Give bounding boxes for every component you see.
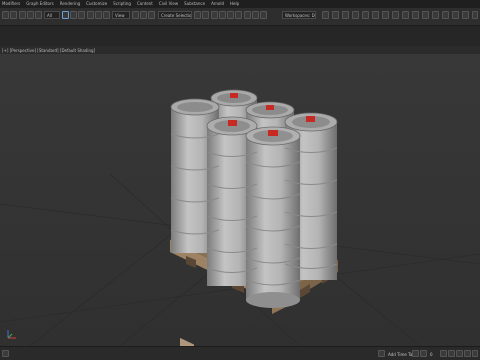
menu-help[interactable]: Help xyxy=(230,0,239,8)
menu-modifiers[interactable]: Modifiers xyxy=(2,0,20,8)
menu-scripting[interactable]: Scripting xyxy=(113,0,131,8)
field-of-view-icon[interactable] xyxy=(472,350,478,357)
menu-customize[interactable]: Customize xyxy=(86,0,107,8)
project-folder-icon[interactable] xyxy=(322,11,329,19)
grid-icon[interactable] xyxy=(412,11,419,19)
viewport-layout-icon[interactable] xyxy=(422,11,429,19)
sync-icon[interactable] xyxy=(432,11,439,19)
next-frame-icon[interactable] xyxy=(420,350,427,357)
select-by-name-icon[interactable] xyxy=(70,11,77,19)
align-icon[interactable] xyxy=(202,11,209,19)
material-editor-icon[interactable] xyxy=(235,11,242,19)
scene-explorer-icon[interactable] xyxy=(332,11,339,19)
selection-set-dropdown[interactable]: Create Selection Set xyxy=(158,11,192,19)
maximize-viewport-icon[interactable] xyxy=(464,350,471,357)
bind-space-warp-icon[interactable] xyxy=(35,11,42,19)
viewport-label[interactable]: [+] [Perspective] [Standard] [Default Sh… xyxy=(2,48,95,53)
overflow-icon[interactable] xyxy=(472,11,478,19)
selection-filter-dropdown[interactable]: All xyxy=(44,11,60,19)
menu-substance[interactable]: Substance xyxy=(184,0,205,8)
zoom-icon[interactable] xyxy=(440,350,447,357)
main-toolbar: All View Create Selection Set Workspaces… xyxy=(0,8,480,26)
menu-content[interactable]: Content xyxy=(137,0,153,8)
scale-icon[interactable] xyxy=(103,11,110,19)
pan-icon[interactable] xyxy=(456,350,463,357)
settings-icon[interactable] xyxy=(402,11,409,19)
substance-icon[interactable] xyxy=(352,11,359,19)
maxscript-listener-icon[interactable] xyxy=(2,350,9,357)
scene-render xyxy=(0,54,480,346)
snap-icon[interactable] xyxy=(132,11,139,19)
menu-civil-view[interactable]: Civil View xyxy=(159,0,178,8)
mirror-icon[interactable] xyxy=(194,11,201,19)
arnold-icon[interactable] xyxy=(362,11,369,19)
render-frame-icon[interactable] xyxy=(252,11,259,19)
time-tag-label[interactable]: Add Time Tag xyxy=(388,352,415,357)
undo-icon[interactable] xyxy=(2,11,9,19)
schematic-view-icon[interactable] xyxy=(227,11,234,19)
menu-bar: Modifiers Graph Editors Rendering Custom… xyxy=(0,0,480,8)
menu-graph-editors[interactable]: Graph Editors xyxy=(26,0,53,8)
curve-editor-icon[interactable] xyxy=(219,11,226,19)
render-icon[interactable] xyxy=(260,11,267,19)
civil-view-icon[interactable] xyxy=(372,11,379,19)
link-icon[interactable] xyxy=(19,11,26,19)
frame-counter[interactable]: 0 xyxy=(430,352,433,357)
rectangle-select-icon[interactable] xyxy=(78,11,85,19)
orbit-icon[interactable] xyxy=(448,350,455,357)
physx-icon[interactable] xyxy=(342,11,349,19)
menu-arnold[interactable]: Arnold xyxy=(211,0,224,8)
play-icon[interactable] xyxy=(412,350,419,357)
display-icon[interactable] xyxy=(442,11,449,19)
rotate-icon[interactable] xyxy=(95,11,102,19)
select-icon[interactable] xyxy=(62,11,69,19)
workspace-dropdown[interactable]: Workspaces: Default xyxy=(282,11,316,19)
move-icon[interactable] xyxy=(87,11,94,19)
percent-snap-icon[interactable] xyxy=(148,11,155,19)
redo-icon[interactable] xyxy=(10,11,17,19)
lock-selection-icon[interactable] xyxy=(378,350,385,357)
angle-snap-icon[interactable] xyxy=(140,11,147,19)
unlink-icon[interactable] xyxy=(27,11,34,19)
hierarchy-icon[interactable] xyxy=(462,11,469,19)
render-setup-icon[interactable] xyxy=(244,11,251,19)
utilities-icon[interactable] xyxy=(452,11,459,19)
perspective-viewport[interactable] xyxy=(0,54,480,346)
sign-in-icon[interactable] xyxy=(382,11,389,19)
status-bar: Add Time Tag 0 xyxy=(0,346,480,360)
reference-coordinate-dropdown[interactable]: View xyxy=(112,11,130,19)
menu-rendering[interactable]: Rendering xyxy=(60,0,80,8)
ribbon-area xyxy=(0,26,480,46)
layer-icon[interactable] xyxy=(211,11,218,19)
help-icon[interactable] xyxy=(392,11,399,19)
